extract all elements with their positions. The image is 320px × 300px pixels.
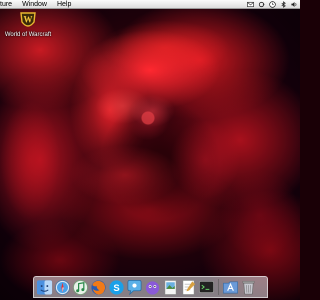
bluetooth-icon[interactable] — [280, 1, 287, 8]
clock-icon[interactable] — [269, 1, 276, 8]
sync-icon[interactable] — [258, 1, 265, 8]
rose-petal — [0, 100, 60, 220]
menu-bar: ture Window Help — [0, 0, 300, 9]
safari-icon[interactable] — [54, 278, 71, 296]
rose-petal — [100, 20, 230, 75]
world-of-warcraft-icon: W — [20, 12, 36, 27]
menu-capture[interactable]: ture — [0, 0, 17, 9]
menu-help[interactable]: Help — [52, 0, 76, 9]
applications-folder-icon[interactable] — [222, 278, 239, 296]
svg-text:W: W — [24, 15, 33, 25]
desktop-wallpaper — [0, 0, 300, 300]
rose-petal — [95, 88, 150, 124]
desktop-icon-world-of-warcraft[interactable]: W World of Warcraft — [3, 11, 53, 38]
rose-petal — [130, 95, 175, 127]
rose-petal — [70, 145, 180, 205]
trash-icon[interactable] — [240, 278, 257, 296]
dock: S — [33, 276, 268, 298]
itunes-icon[interactable] — [72, 278, 89, 296]
rose-petal — [170, 120, 240, 200]
svg-text:S: S — [113, 283, 119, 294]
volume-icon[interactable] — [291, 1, 298, 8]
firefox-icon[interactable] — [90, 278, 107, 296]
mail-icon[interactable] — [247, 1, 254, 8]
preview-icon[interactable] — [162, 278, 179, 296]
textedit-icon[interactable] — [180, 278, 197, 296]
terminal-icon[interactable] — [198, 278, 215, 296]
ichat-icon[interactable] — [126, 278, 143, 296]
menu-window[interactable]: Window — [17, 0, 52, 9]
desktop-icon-label: World of Warcraft — [4, 32, 52, 38]
adium-icon[interactable] — [144, 278, 161, 296]
rose-petal — [220, 170, 300, 260]
skype-icon[interactable]: S — [108, 278, 125, 296]
finder-icon[interactable] — [36, 278, 53, 296]
dock-separator — [218, 279, 219, 295]
menu-extras — [247, 0, 298, 9]
